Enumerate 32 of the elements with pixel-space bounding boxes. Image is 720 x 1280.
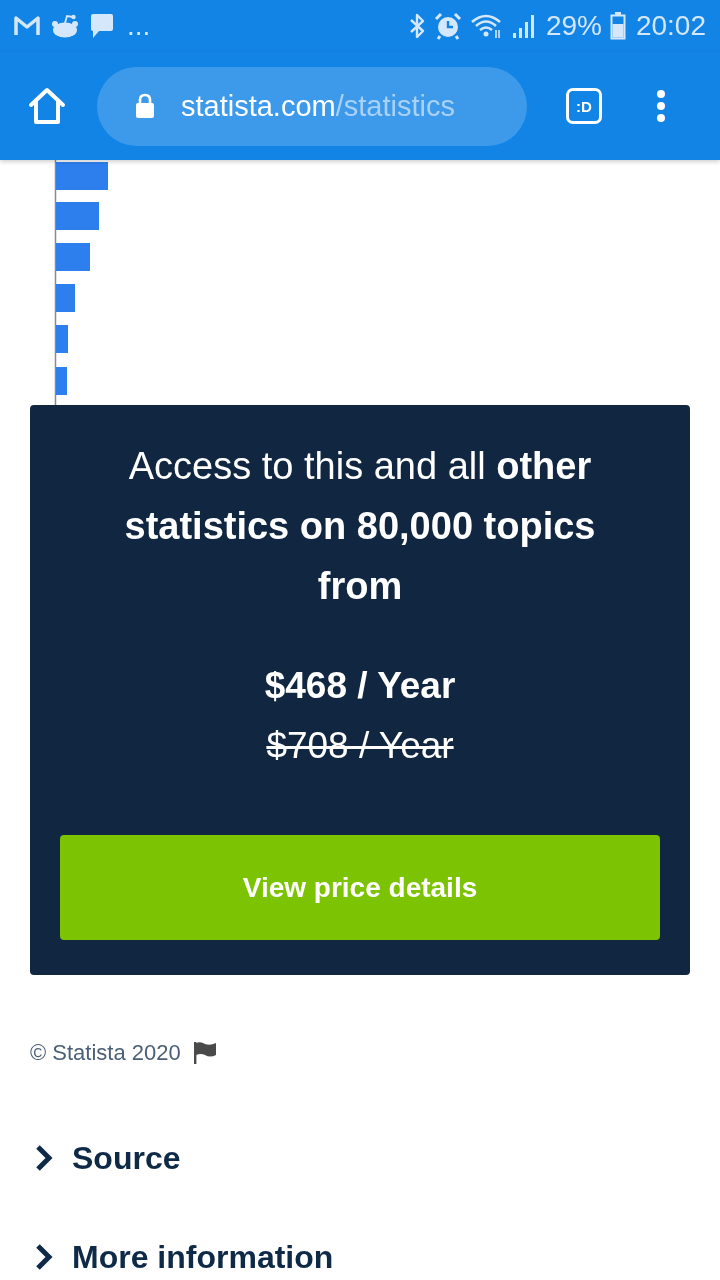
lock-icon — [135, 93, 155, 119]
battery-percent: 29% — [545, 10, 602, 42]
chart-bar — [56, 367, 67, 395]
chart-bar — [56, 162, 108, 190]
chart-bar — [56, 202, 99, 230]
tab-switcher-button[interactable]: :D — [566, 88, 602, 124]
home-icon — [28, 87, 66, 125]
clock-time: 20:02 — [635, 10, 706, 42]
copyright-text: © Statista 2020 — [30, 1039, 181, 1067]
more-vertical-icon — [656, 90, 666, 122]
flag-icon[interactable] — [192, 1041, 217, 1065]
battery-icon — [609, 12, 626, 40]
view-price-details-button[interactable]: View price details — [60, 835, 660, 940]
accordion-toggle[interactable]: Source — [35, 1136, 181, 1180]
chevron-right-icon — [35, 1243, 53, 1271]
price-text: $468 / Year — [264, 664, 456, 708]
notification-overflow: ... — [127, 10, 151, 42]
home-button[interactable] — [28, 87, 66, 125]
address-bar[interactable]: statista.com/statistics — [97, 66, 527, 146]
paywall-message: Access to this and all other statistics on 80,000 topics from — [123, 444, 597, 609]
alarm-clock-icon — [433, 12, 462, 40]
url-text: statista.com/statistics — [181, 89, 455, 124]
accordion-toggle[interactable]: More information — [35, 1235, 334, 1279]
chart-bar — [56, 325, 68, 353]
chevron-right-icon — [35, 1144, 53, 1172]
chat-icon — [89, 13, 115, 39]
chart-bar — [56, 284, 75, 312]
menu-button[interactable] — [656, 90, 666, 122]
alien-icon — [51, 14, 79, 38]
chart-bar — [56, 243, 90, 271]
old-price-text: $708 / Year — [266, 724, 454, 768]
mail-icon — [13, 14, 41, 38]
